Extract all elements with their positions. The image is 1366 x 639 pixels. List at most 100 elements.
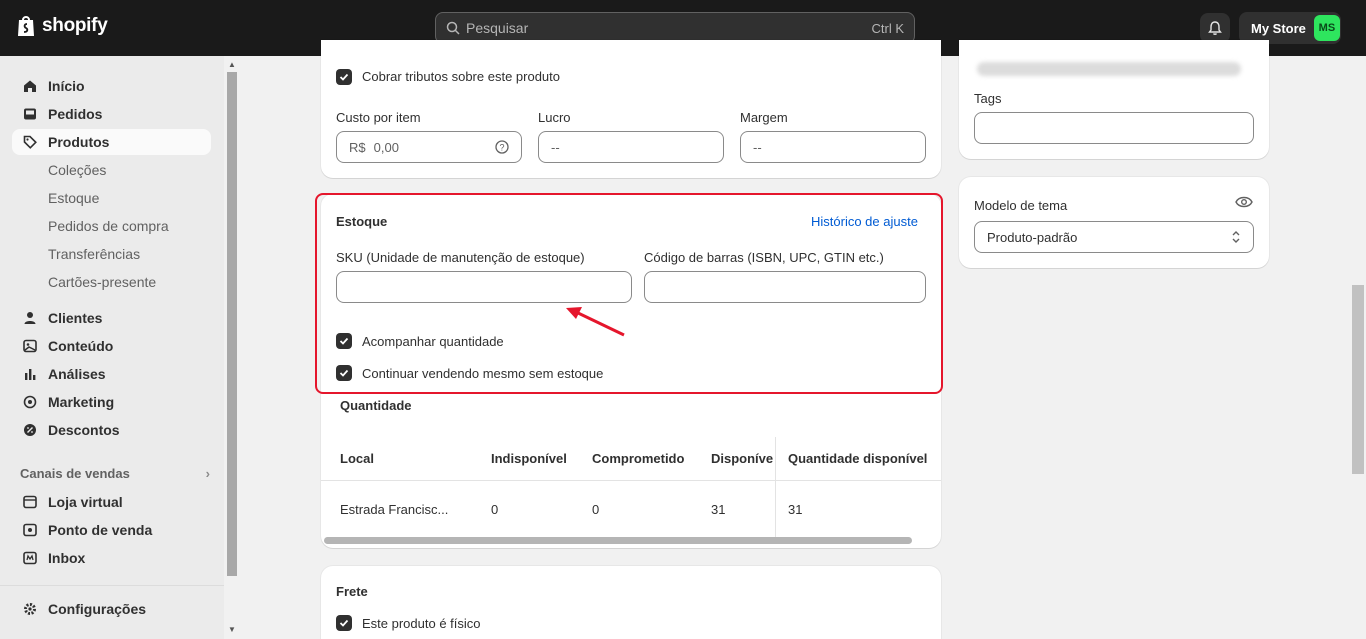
physical-product-checkbox[interactable] bbox=[336, 615, 352, 631]
profit-field[interactable]: -- bbox=[538, 131, 724, 163]
pos-icon bbox=[22, 522, 38, 538]
sidebar-item-descontos[interactable]: Descontos bbox=[12, 417, 211, 443]
sidebar-item-analises[interactable]: Análises bbox=[12, 361, 211, 387]
shipping-title: Frete bbox=[336, 584, 368, 599]
shipping-card: Frete Este produto é físico bbox=[321, 566, 941, 639]
margin-field[interactable]: -- bbox=[740, 131, 926, 163]
sidebar-item-label: Análises bbox=[48, 366, 106, 382]
tags-input[interactable] bbox=[974, 112, 1254, 144]
profit-value: -- bbox=[551, 139, 560, 155]
eye-icon[interactable] bbox=[1235, 195, 1253, 209]
margin-value: -- bbox=[753, 139, 762, 155]
sidebar-item-label: Configurações bbox=[48, 601, 147, 617]
image-icon bbox=[22, 338, 38, 354]
pricing-card: Cobrar tributos sobre este produto Custo… bbox=[321, 40, 941, 178]
sidebar-item-inicio[interactable]: Início bbox=[12, 73, 211, 99]
shopify-logo[interactable]: shopify bbox=[16, 14, 108, 38]
checkmark-icon bbox=[339, 619, 349, 627]
discount-icon bbox=[22, 422, 38, 438]
bar-chart-icon bbox=[22, 366, 38, 382]
cost-field[interactable]: R$ 0,00 ? bbox=[336, 131, 522, 163]
cell-on-hand[interactable]: 31 bbox=[788, 502, 802, 517]
sidebar-item-label: Início bbox=[48, 78, 85, 94]
blurred-content bbox=[977, 62, 1241, 76]
col-header-indisponivel: Indisponível bbox=[491, 451, 567, 466]
search-icon bbox=[446, 21, 460, 35]
gear-icon bbox=[22, 601, 38, 617]
store-icon bbox=[22, 494, 38, 510]
sidebar-divider bbox=[0, 585, 224, 586]
sidebar-item-label: Conteúdo bbox=[48, 338, 114, 354]
organization-card: Tags bbox=[959, 40, 1269, 159]
chat-icon bbox=[22, 550, 38, 566]
svg-text:?: ? bbox=[499, 143, 504, 153]
sidebar-subitem-transferencias[interactable]: Transferências bbox=[48, 244, 140, 264]
store-name: My Store bbox=[1251, 20, 1306, 36]
theme-template-value: Produto-padrão bbox=[987, 229, 1078, 245]
sidebar-subitem-estoque[interactable]: Estoque bbox=[48, 188, 99, 208]
cell-unavailable[interactable]: 0 bbox=[491, 502, 498, 517]
cell-available[interactable]: 31 bbox=[711, 502, 725, 517]
sidebar-item-ponto-de-venda[interactable]: Ponto de venda bbox=[12, 517, 211, 543]
table-horizontal-scrollbar[interactable] bbox=[324, 537, 912, 544]
shopify-bag-icon bbox=[18, 16, 34, 36]
checkmark-icon bbox=[339, 73, 349, 81]
bell-icon bbox=[1208, 21, 1222, 35]
cell-local: Estrada Francisc... bbox=[340, 502, 449, 517]
sidebar-item-produtos[interactable]: Produtos bbox=[12, 129, 211, 155]
search-shortcut: Ctrl K bbox=[871, 20, 905, 36]
sidebar-item-label: Produtos bbox=[48, 134, 110, 150]
quantity-title: Quantidade bbox=[340, 398, 412, 413]
sidebar-item-loja-virtual[interactable]: Loja virtual bbox=[12, 489, 211, 515]
sidebar-item-marketing[interactable]: Marketing bbox=[12, 389, 211, 415]
notifications-button[interactable] bbox=[1200, 13, 1230, 43]
col-header-disponivel: Disponível bbox=[711, 451, 774, 466]
sidebar-subitem-colecoes[interactable]: Coleções bbox=[48, 160, 106, 180]
home-icon bbox=[22, 78, 38, 94]
page-scrollbar-thumb[interactable] bbox=[1352, 285, 1364, 474]
cell-committed: 0 bbox=[592, 502, 600, 517]
sidebar-item-clientes[interactable]: Clientes bbox=[12, 305, 211, 331]
scroll-down-arrow-icon[interactable]: ▼ bbox=[228, 625, 236, 634]
scroll-up-arrow-icon[interactable]: ▲ bbox=[228, 60, 236, 69]
charge-tax-checkbox[interactable] bbox=[336, 69, 352, 85]
theme-template-select[interactable]: Produto-padrão bbox=[974, 221, 1254, 253]
sidebar-item-conteudo[interactable]: Conteúdo bbox=[12, 333, 211, 359]
sidebar-item-label: Ponto de venda bbox=[48, 522, 153, 538]
search-placeholder: Pesquisar bbox=[466, 20, 529, 36]
col-header-local: Local bbox=[340, 451, 374, 466]
help-icon[interactable]: ? bbox=[495, 140, 509, 154]
physical-product-label: Este produto é físico bbox=[362, 616, 481, 631]
page-scrollbar[interactable] bbox=[1350, 56, 1366, 639]
col-header-quantidade-disponivel: Quantidade disponível bbox=[788, 451, 928, 466]
sidebar-item-label: Clientes bbox=[48, 310, 103, 326]
sidebar-subitem-pedidos-compra[interactable]: Pedidos de compra bbox=[48, 216, 169, 236]
table-row-divider bbox=[321, 480, 941, 481]
annotation-highlight-box bbox=[315, 193, 943, 394]
person-icon bbox=[22, 310, 38, 326]
sidebar-scrollbar-thumb[interactable] bbox=[227, 72, 237, 576]
sidebar-scrollbar[interactable]: ▲ ▼ bbox=[224, 56, 240, 639]
brand-name: shopify bbox=[42, 15, 108, 36]
sales-channels-header[interactable]: Canais de vendas › bbox=[20, 466, 210, 481]
sidebar-item-pedidos[interactable]: Pedidos bbox=[12, 101, 211, 127]
theme-template-card: Modelo de tema Produto-padrão bbox=[959, 177, 1269, 268]
sidebar-item-configuracoes[interactable]: Configurações bbox=[12, 596, 211, 622]
theme-template-title: Modelo de tema bbox=[974, 198, 1068, 213]
profit-label: Lucro bbox=[538, 110, 571, 125]
annotation-arrow-icon bbox=[566, 307, 625, 337]
sidebar-item-label: Pedidos bbox=[48, 106, 103, 122]
sidebar: Início Pedidos Produtos Coleções Estoque… bbox=[0, 56, 224, 639]
inbox-icon bbox=[22, 106, 38, 122]
chevron-right-icon: › bbox=[205, 466, 210, 481]
margin-label: Margem bbox=[740, 110, 788, 125]
tag-icon bbox=[22, 134, 38, 150]
sidebar-subitem-cartoes-presente[interactable]: Cartões-presente bbox=[48, 272, 156, 292]
charge-tax-label: Cobrar tributos sobre este produto bbox=[362, 69, 560, 84]
sidebar-item-inbox[interactable]: Inbox bbox=[12, 545, 211, 571]
sidebar-item-label: Descontos bbox=[48, 422, 120, 438]
sidebar-item-label: Loja virtual bbox=[48, 494, 123, 510]
sidebar-item-label: Inbox bbox=[48, 550, 86, 566]
sidebar-item-label: Marketing bbox=[48, 394, 115, 410]
table-column-divider bbox=[775, 437, 776, 538]
